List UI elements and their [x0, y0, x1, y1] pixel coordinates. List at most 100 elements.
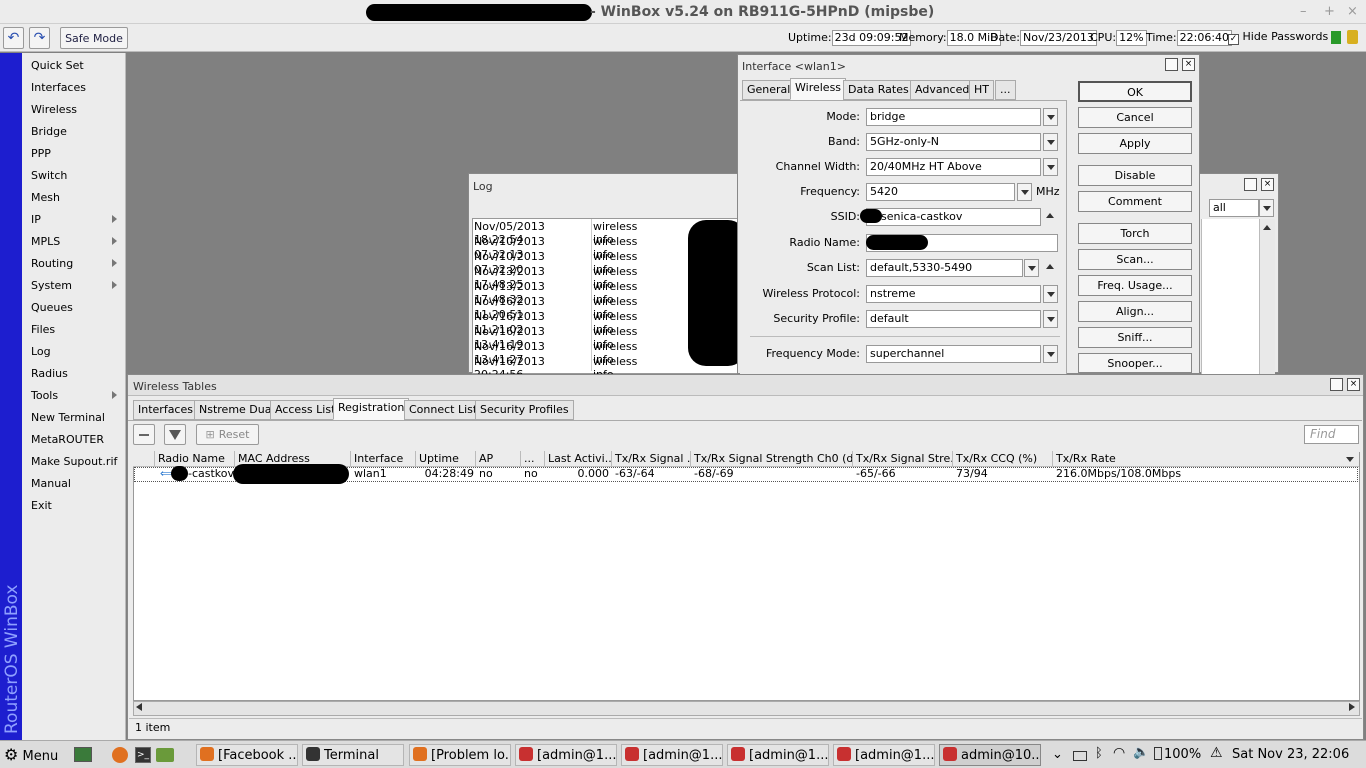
tab-registration[interactable]: Registration: [333, 398, 410, 420]
column-flags[interactable]: [133, 451, 155, 467]
task-winbox-4[interactable]: [admin@1...: [833, 744, 935, 766]
column-ap[interactable]: AP: [476, 451, 521, 467]
mode-select[interactable]: bridge: [866, 108, 1041, 126]
tab-nstreme-dual[interactable]: Nstreme Dual: [194, 400, 280, 420]
log-scroll-up-icon[interactable]: [1261, 222, 1273, 234]
security-profile-dropdown-icon[interactable]: [1043, 310, 1058, 328]
menu-ip[interactable]: IP: [31, 213, 41, 226]
menu-interfaces[interactable]: Interfaces: [31, 81, 86, 94]
warning-icon[interactable]: ⚠: [1210, 745, 1223, 761]
menu-mesh[interactable]: Mesh: [31, 191, 60, 204]
find-input[interactable]: Find: [1304, 425, 1359, 444]
column-signal-ch1[interactable]: Tx/Rx Signal Stre...: [853, 451, 953, 467]
log-close-button[interactable]: ×: [1261, 178, 1274, 191]
reset-button[interactable]: ⊞ Reset: [196, 424, 259, 445]
scan-button[interactable]: Scan...: [1078, 249, 1192, 270]
tab-general[interactable]: General: [742, 80, 796, 100]
columns-menu-icon[interactable]: [1343, 451, 1358, 467]
wireless-protocol-select[interactable]: nstreme: [866, 285, 1041, 303]
task-facebook[interactable]: [Facebook ...: [196, 744, 298, 766]
task-winbox-1[interactable]: [admin@1...: [515, 744, 617, 766]
tab-wireless[interactable]: Wireless: [790, 78, 847, 100]
freq-usage-button[interactable]: Freq. Usage...: [1078, 275, 1192, 296]
menu-new-terminal[interactable]: New Terminal: [31, 411, 105, 424]
log-filter-select[interactable]: all: [1209, 199, 1259, 217]
start-menu-button[interactable]: ⚙ Menu: [4, 744, 58, 768]
column-radio-name[interactable]: Radio Name: [155, 451, 235, 467]
security-profile-select[interactable]: default: [866, 310, 1041, 328]
menu-queues[interactable]: Queues: [31, 301, 73, 314]
battery-indicator[interactable]: 100%: [1154, 747, 1201, 762]
safe-mode-button[interactable]: Safe Mode: [60, 27, 128, 49]
wifi-icon[interactable]: ◠: [1113, 745, 1125, 761]
tray-window-icon[interactable]: [1073, 751, 1087, 761]
menu-routing[interactable]: Routing: [31, 257, 73, 270]
log-scrollbar[interactable]: [1259, 219, 1275, 374]
menu-switch[interactable]: Switch: [31, 169, 67, 182]
remove-button[interactable]: [133, 424, 155, 445]
firefox-launcher-icon[interactable]: [112, 747, 128, 763]
task-winbox-3[interactable]: [admin@1...: [727, 744, 829, 766]
align-button[interactable]: Align...: [1078, 301, 1192, 322]
scroll-right-icon[interactable]: [1349, 703, 1355, 711]
menu-wireless[interactable]: Wireless: [31, 103, 77, 116]
log-maximize-button[interactable]: [1244, 178, 1257, 191]
band-dropdown-icon[interactable]: [1043, 133, 1058, 151]
hide-passwords-checkbox[interactable]: ✓ Hide Passwords: [1228, 30, 1328, 45]
terminal-launcher-icon[interactable]: >_: [135, 747, 151, 763]
ssid-input[interactable]: senica-castkov: [866, 208, 1041, 226]
column-more[interactable]: ...: [521, 451, 545, 467]
task-terminal[interactable]: Terminal: [302, 744, 404, 766]
tray-expand-icon[interactable]: ⌄: [1052, 747, 1063, 762]
snooper-button[interactable]: Snooper...: [1078, 353, 1192, 373]
tab-more[interactable]: ...: [995, 80, 1016, 100]
volume-icon[interactable]: 🔈: [1133, 745, 1149, 760]
task-winbox-active[interactable]: admin@10...: [939, 744, 1041, 766]
column-uptime[interactable]: Uptime: [416, 451, 476, 467]
column-interface[interactable]: Interface: [351, 451, 416, 467]
frequency-select[interactable]: 5420: [866, 183, 1015, 201]
show-desktop-icon[interactable]: [74, 747, 92, 762]
tab-advanced[interactable]: Advanced: [910, 80, 975, 100]
tab-access-list[interactable]: Access List: [270, 400, 341, 420]
menu-ppp[interactable]: PPP: [31, 147, 51, 160]
frequency-dropdown-icon[interactable]: [1017, 183, 1032, 201]
menu-make-supout[interactable]: Make Supout.rif: [31, 455, 117, 468]
wireless-protocol-dropdown-icon[interactable]: [1043, 285, 1058, 303]
channel-width-select[interactable]: 20/40MHz HT Above: [866, 158, 1041, 176]
comment-button[interactable]: Comment: [1078, 191, 1192, 212]
wireless-tables-maximize-button[interactable]: [1330, 378, 1343, 391]
menu-bridge[interactable]: Bridge: [31, 125, 67, 138]
scroll-left-icon[interactable]: [136, 703, 142, 711]
tab-connect-list[interactable]: Connect List: [404, 400, 483, 420]
wireless-tables-close-button[interactable]: ×: [1347, 378, 1360, 391]
files-launcher-icon[interactable]: [156, 748, 174, 762]
undo-button[interactable]: ↶: [3, 27, 24, 49]
column-ccq[interactable]: Tx/Rx CCQ (%): [953, 451, 1053, 467]
minimize-button[interactable]: –: [1300, 4, 1307, 19]
menu-files[interactable]: Files: [31, 323, 55, 336]
cancel-button[interactable]: Cancel: [1078, 107, 1192, 128]
column-signal[interactable]: Tx/Rx Signal ...: [612, 451, 691, 467]
menu-log[interactable]: Log: [31, 345, 51, 358]
tab-interfaces[interactable]: Interfaces: [133, 400, 198, 420]
task-problem[interactable]: [Problem lo...: [409, 744, 511, 766]
interface-maximize-button[interactable]: [1165, 58, 1178, 71]
bluetooth-icon[interactable]: ᛒ: [1095, 746, 1103, 761]
column-signal-ch0[interactable]: Tx/Rx Signal Strength Ch0 (dBm): [691, 451, 853, 467]
menu-quick-set[interactable]: Quick Set: [31, 59, 84, 72]
interface-close-button[interactable]: ×: [1182, 58, 1195, 71]
horizontal-scrollbar[interactable]: [133, 701, 1360, 716]
column-rate[interactable]: Tx/Rx Rate: [1053, 451, 1343, 467]
ok-button[interactable]: OK: [1078, 81, 1192, 102]
redo-button[interactable]: ↷: [29, 27, 50, 49]
frequency-mode-dropdown-icon[interactable]: [1043, 345, 1058, 363]
menu-manual[interactable]: Manual: [31, 477, 71, 490]
maximize-button[interactable]: +: [1324, 4, 1335, 19]
band-select[interactable]: 5GHz-only-N: [866, 133, 1041, 151]
menu-tools[interactable]: Tools: [31, 389, 58, 402]
apply-button[interactable]: Apply: [1078, 133, 1192, 154]
scan-list-select[interactable]: default,5330-5490: [866, 259, 1023, 277]
channel-width-dropdown-icon[interactable]: [1043, 158, 1058, 176]
menu-system[interactable]: System: [31, 279, 72, 292]
